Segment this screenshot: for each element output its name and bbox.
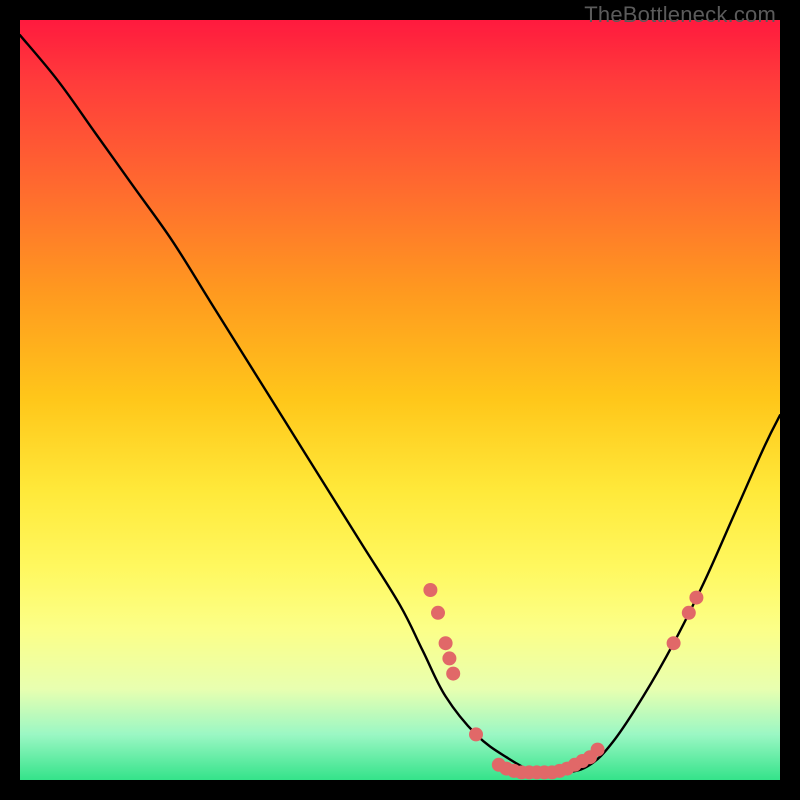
data-markers: [423, 583, 703, 779]
data-marker: [591, 743, 605, 757]
data-marker: [682, 606, 696, 620]
data-marker: [469, 727, 483, 741]
data-marker: [442, 651, 456, 665]
chart-svg: [20, 20, 780, 780]
bottleneck-curve: [20, 35, 780, 774]
chart-frame: [20, 20, 780, 780]
data-marker: [439, 636, 453, 650]
data-marker: [431, 606, 445, 620]
data-marker: [423, 583, 437, 597]
data-marker: [446, 667, 460, 681]
data-marker: [689, 591, 703, 605]
plot-area: [20, 20, 780, 780]
data-marker: [667, 636, 681, 650]
